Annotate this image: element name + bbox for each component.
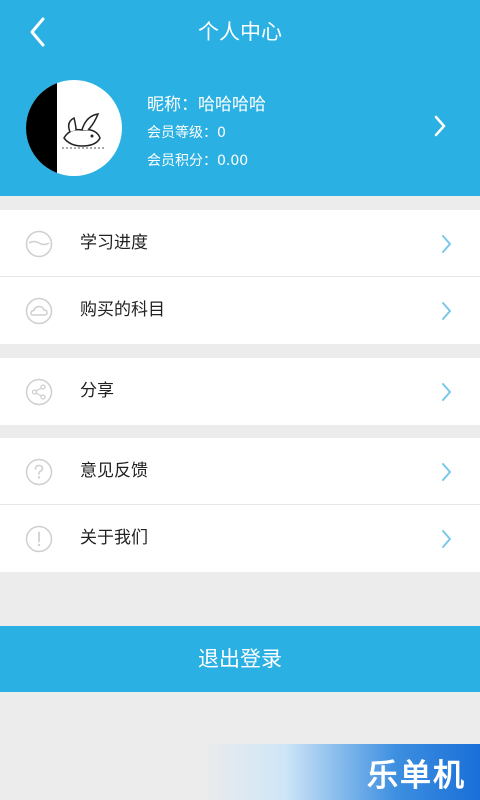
page-title: 个人中心 bbox=[198, 20, 282, 44]
avatar[interactable] bbox=[26, 80, 122, 176]
menu-item-feedback[interactable]: 意见反馈 bbox=[0, 438, 480, 505]
menu-group-2: 分享 bbox=[0, 358, 480, 425]
chevron-right-icon bbox=[442, 383, 451, 401]
question-icon bbox=[25, 458, 53, 486]
menu-item-share[interactable]: 分享 bbox=[0, 358, 480, 425]
watermark: 乐单机 bbox=[200, 744, 480, 800]
logout-button[interactable]: 退出登录 bbox=[0, 626, 480, 692]
menu-item-study-progress[interactable]: 学习进度 bbox=[0, 210, 480, 277]
chevron-right-icon bbox=[442, 235, 451, 253]
menu-item-about-us[interactable]: 关于我们 bbox=[0, 505, 480, 572]
chevron-right-icon bbox=[442, 463, 451, 481]
menu-label: 分享 bbox=[80, 381, 114, 401]
chevron-right-icon bbox=[442, 302, 451, 320]
profile-header: 个人中心 昵称：哈哈哈哈 会员等级：0 会员积分：0.00 bbox=[0, 0, 480, 196]
menu-label: 关于我们 bbox=[80, 528, 148, 548]
cloud-icon bbox=[25, 297, 53, 325]
share-icon bbox=[25, 378, 53, 406]
watermark-text: 乐单机 bbox=[367, 758, 466, 794]
menu-label: 意见反馈 bbox=[80, 461, 148, 481]
avatar-drawing bbox=[62, 113, 104, 149]
info-icon bbox=[25, 525, 53, 553]
member-points: 会员积分：0.00 bbox=[147, 153, 249, 169]
menu-group-3: 意见反馈 关于我们 bbox=[0, 438, 480, 572]
menu-group-1: 学习进度 购买的科目 bbox=[0, 210, 480, 344]
menu-label: 购买的科目 bbox=[80, 300, 165, 320]
progress-icon bbox=[25, 230, 53, 258]
menu-label: 学习进度 bbox=[80, 233, 148, 253]
nickname: 昵称：哈哈哈哈 bbox=[147, 95, 266, 115]
chevron-right-icon bbox=[442, 530, 451, 548]
menu-item-purchased-subjects[interactable]: 购买的科目 bbox=[0, 277, 480, 344]
top-bar: 个人中心 bbox=[0, 0, 480, 64]
chevron-right-icon bbox=[434, 115, 446, 137]
member-level: 会员等级：0 bbox=[147, 125, 226, 141]
profile-card[interactable]: 昵称：哈哈哈哈 会员等级：0 会员积分：0.00 bbox=[0, 74, 480, 184]
